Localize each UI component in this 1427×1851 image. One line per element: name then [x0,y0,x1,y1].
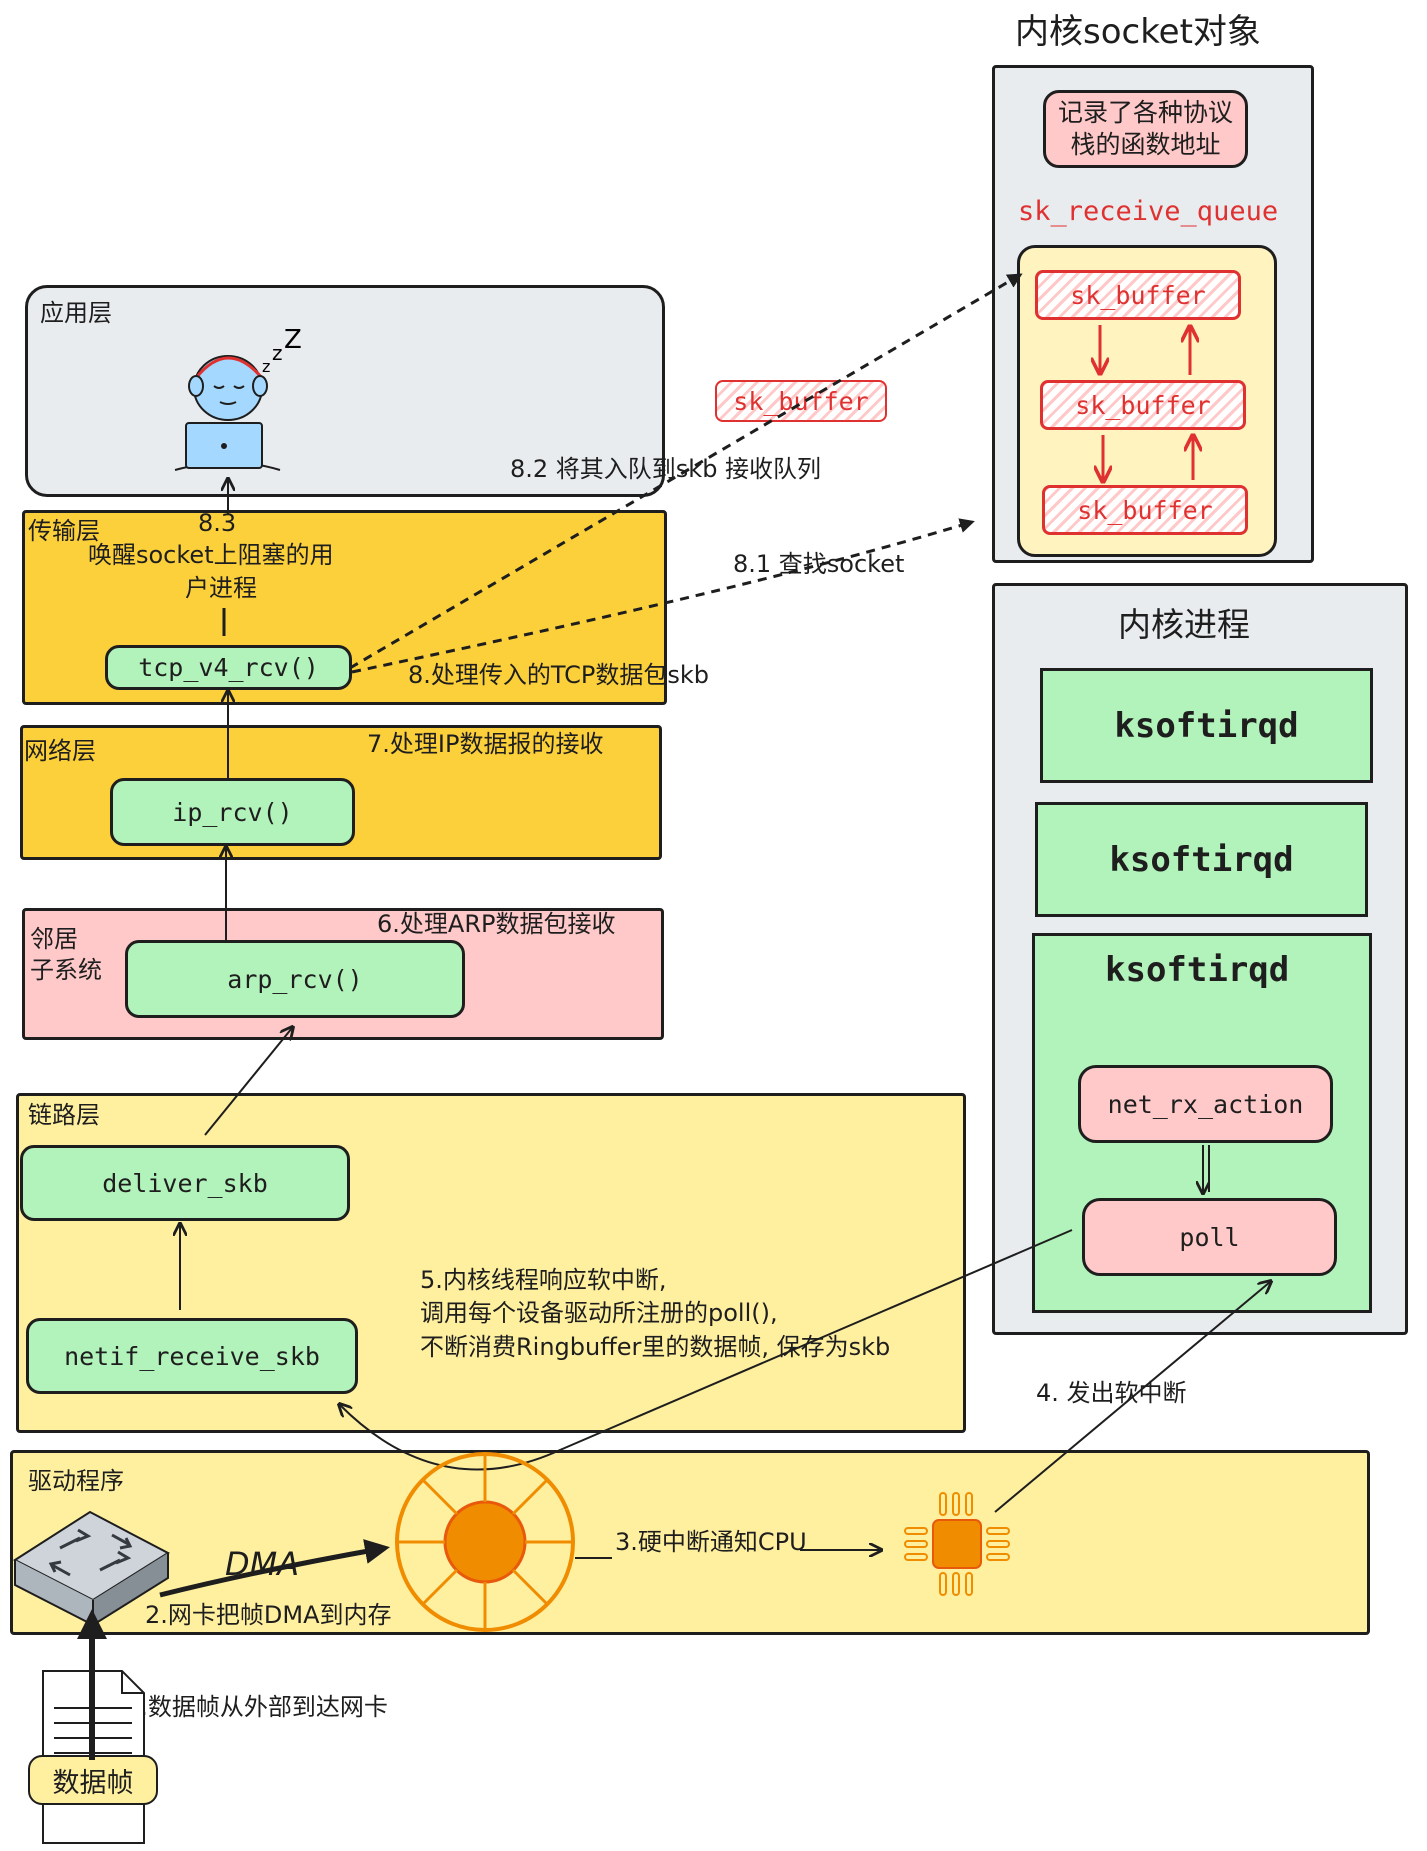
svg-text:z: z [262,357,270,376]
ring-buffer-icon [395,1452,575,1632]
diagram-drawing: z z Z [12,273,1427,1760]
svg-text:z: z [272,341,283,365]
sleeping-user-icon: z z Z [174,325,302,471]
cpu-chip-icon [904,1492,1010,1596]
svg-text:Z: Z [284,325,302,355]
network-switch-icon [12,1510,171,1627]
